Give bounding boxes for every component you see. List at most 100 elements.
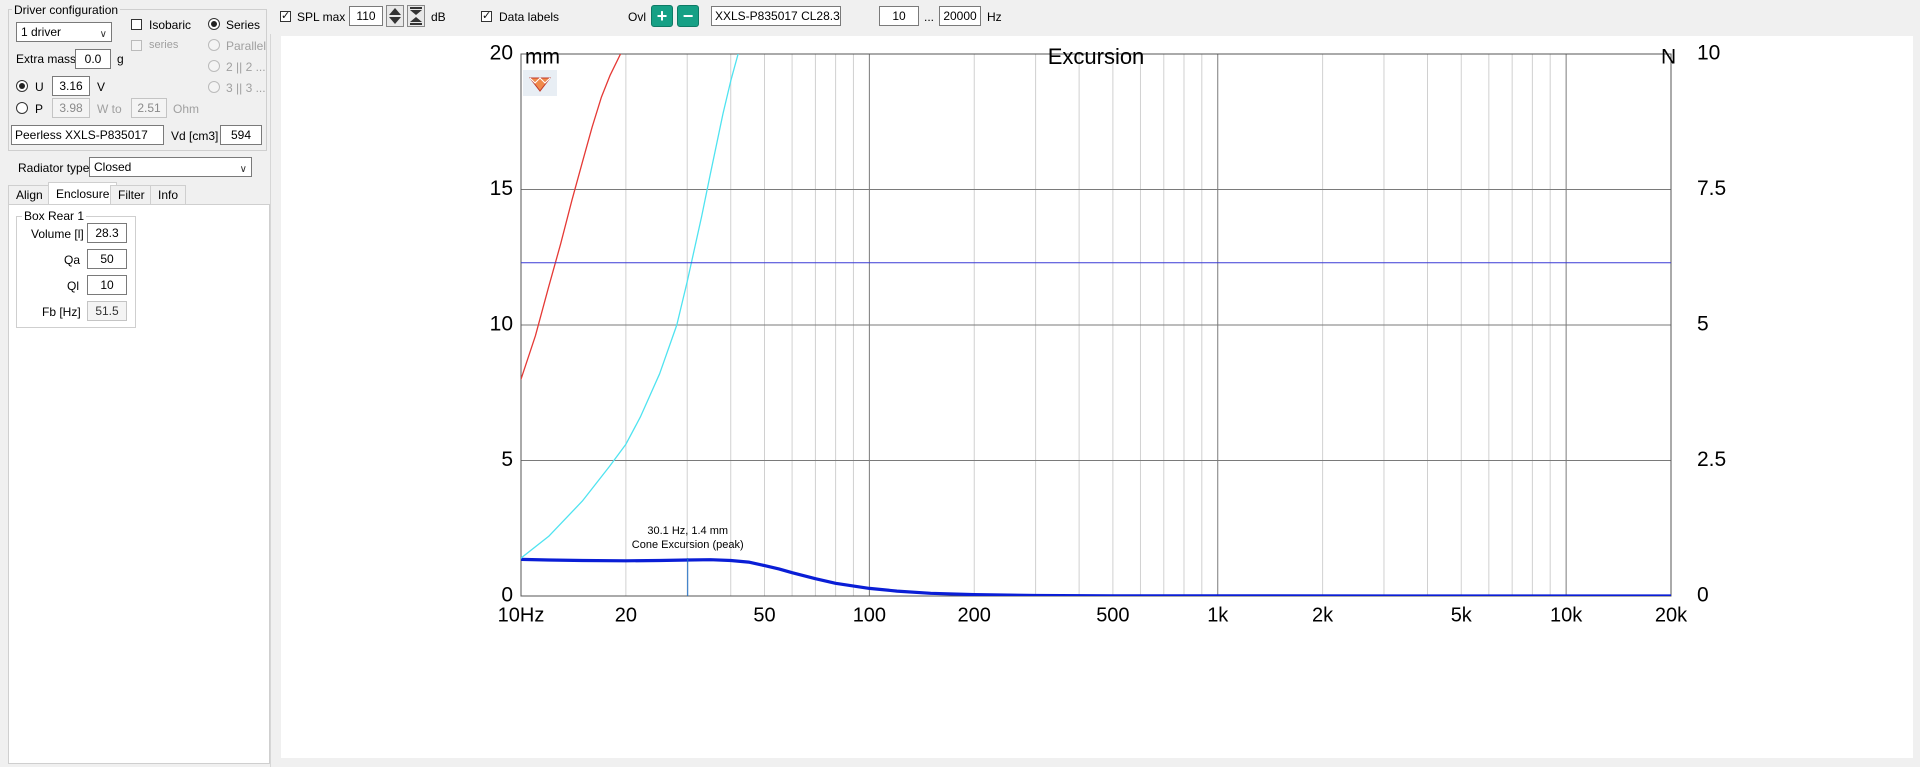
freq-max-input[interactable]: 20000 (939, 6, 981, 26)
p-radio[interactable] (16, 102, 28, 114)
logo-badge (523, 70, 557, 96)
spl-max-checkbox[interactable] (280, 9, 291, 22)
u-label: U (35, 80, 44, 94)
chevron-down-icon: ∨ (239, 164, 247, 175)
tab-info[interactable]: Info (150, 185, 187, 204)
extra-mass-input[interactable]: 0.0 (75, 49, 111, 69)
x-tick-label: 5k (1451, 604, 1473, 626)
x-tick-label: 20 (615, 604, 637, 626)
option-2-radio[interactable] (208, 60, 220, 72)
overlay-name-field[interactable]: XXLS-P835017 CL28.3 (711, 6, 841, 26)
ovl-label: Ovl (628, 10, 646, 24)
series-sub-checkbox[interactable] (131, 40, 142, 51)
y2-axis-label: N (1661, 46, 1676, 69)
minus-icon: − (682, 6, 694, 26)
x-tick-label: 50 (753, 604, 775, 626)
up-down-arrows-icon (389, 8, 401, 24)
series-sub-label: series (149, 39, 179, 51)
p-input[interactable]: 3.98 (52, 98, 90, 118)
p-label: P (35, 102, 44, 116)
freq-min-input[interactable]: 10 (879, 6, 919, 26)
series-radio[interactable] (208, 18, 220, 30)
driver-config-title: Driver configuration (12, 3, 121, 17)
x-tick-label: 100 (853, 604, 886, 626)
radiator-type-label: Radiator type (18, 161, 90, 175)
y2-tick-label: 7.5 (1697, 177, 1726, 200)
fb-label: Fb [Hz] (42, 305, 81, 319)
qa-input[interactable]: 50 (87, 249, 127, 269)
u-radio[interactable] (16, 80, 28, 92)
spl-max-label: SPL max (297, 10, 346, 24)
radiator-type-select[interactable]: Closed ∨ (89, 157, 252, 177)
excursion-chart: 30.1 Hz, 1.4 mm Cone Excursion (peak) 10H… (490, 42, 1727, 627)
y-tick-label: 0 (501, 584, 513, 607)
chart-title: Excursion (1048, 44, 1145, 69)
tab-filter[interactable]: Filter (110, 185, 153, 204)
option-3-radio[interactable] (208, 81, 220, 93)
chevron-down-icon: ∨ (99, 29, 107, 40)
data-labels-checkbox[interactable] (481, 9, 492, 22)
ql-label: Ql (67, 279, 79, 293)
y2-tick-label: 2.5 (1697, 448, 1726, 471)
ohm-unit: Ohm (173, 102, 200, 116)
data-labels-label: Data labels (499, 10, 560, 24)
top-toolbar: SPL max 110 dB Data labels Ovl + − XXLS-… (270, 0, 1920, 34)
x-tick-label: 1k (1207, 604, 1229, 626)
y-tick-label: 20 (490, 42, 513, 65)
remove-overlay-button[interactable]: − (677, 5, 699, 27)
u-unit: V (97, 80, 106, 94)
left-panel: Driver configuration 1 driver ∨ Isobaric… (0, 0, 271, 767)
y-axis-label: mm (525, 46, 560, 69)
radiator-type-value: Closed (94, 160, 132, 174)
u-input[interactable]: 3.16 (52, 76, 90, 96)
x-tick-label: 500 (1096, 604, 1129, 626)
ql-input[interactable]: 10 (87, 275, 127, 295)
marker-label-name: Cone Excursion (peak) (632, 539, 744, 551)
series-label: Series (226, 18, 261, 32)
volume-input[interactable]: 28.3 (87, 223, 127, 243)
extra-mass-unit: g (117, 52, 124, 66)
x-tick-label: 20k (1655, 604, 1688, 626)
y-tick-label: 15 (490, 177, 513, 200)
spl-spinner[interactable] (386, 5, 404, 27)
expand-vertical-icon (410, 7, 422, 25)
y2-tick-label: 5 (1697, 313, 1709, 336)
x-tick-label: 10k (1550, 604, 1583, 626)
vd-label: Vd [cm3] (171, 129, 219, 143)
hz-unit: Hz (987, 10, 1002, 24)
volume-label: Volume [l] (31, 227, 84, 241)
x-tick-label: 2k (1312, 604, 1334, 626)
tab-align[interactable]: Align (8, 185, 51, 204)
vd-field[interactable]: 594 (220, 125, 262, 145)
option-3-label: 3 || 3 ... (226, 81, 266, 95)
db-unit: dB (431, 10, 446, 24)
x-tick-label: 10Hz (498, 604, 545, 626)
parallel-radio[interactable] (208, 39, 220, 51)
qa-label: Qa (64, 253, 81, 267)
isobaric-checkbox[interactable] (131, 19, 142, 30)
marker-label-value: 30.1 Hz, 1.4 mm (647, 525, 728, 537)
y2-tick-label: 0 (1697, 584, 1709, 607)
option-2-label: 2 || 2 ... (226, 60, 266, 74)
p-unit: W to (97, 102, 122, 116)
series-line-excursion (521, 557, 1671, 596)
ohm-input[interactable]: 2.51 (131, 98, 167, 118)
add-overlay-button[interactable]: + (651, 5, 673, 27)
x-tick-label: 200 (958, 604, 991, 626)
spl-max-input[interactable]: 110 (349, 6, 383, 26)
y-tick-label: 5 (501, 448, 513, 471)
extra-mass-label: Extra mass (16, 52, 77, 66)
plus-icon: + (656, 6, 668, 26)
parallel-label: Parallel (226, 39, 267, 53)
driver-count-select[interactable]: 1 driver ∨ (16, 22, 112, 42)
series-line-red (521, 54, 622, 380)
excursion-chart-area: 30.1 Hz, 1.4 mm Cone Excursion (peak) 10H… (281, 36, 1913, 758)
tab-enclosure[interactable]: Enclosure (48, 182, 118, 204)
box-rear-title: Box Rear 1 (22, 209, 87, 223)
series-line-cyan (521, 54, 739, 559)
y-tick-label: 10 (490, 313, 513, 336)
driver-name-field[interactable]: Peerless XXLS-P835017 (11, 125, 164, 145)
range-separator: ... (924, 10, 935, 24)
y2-tick-label: 10 (1697, 42, 1720, 65)
expand-toggle-button[interactable] (407, 5, 425, 27)
